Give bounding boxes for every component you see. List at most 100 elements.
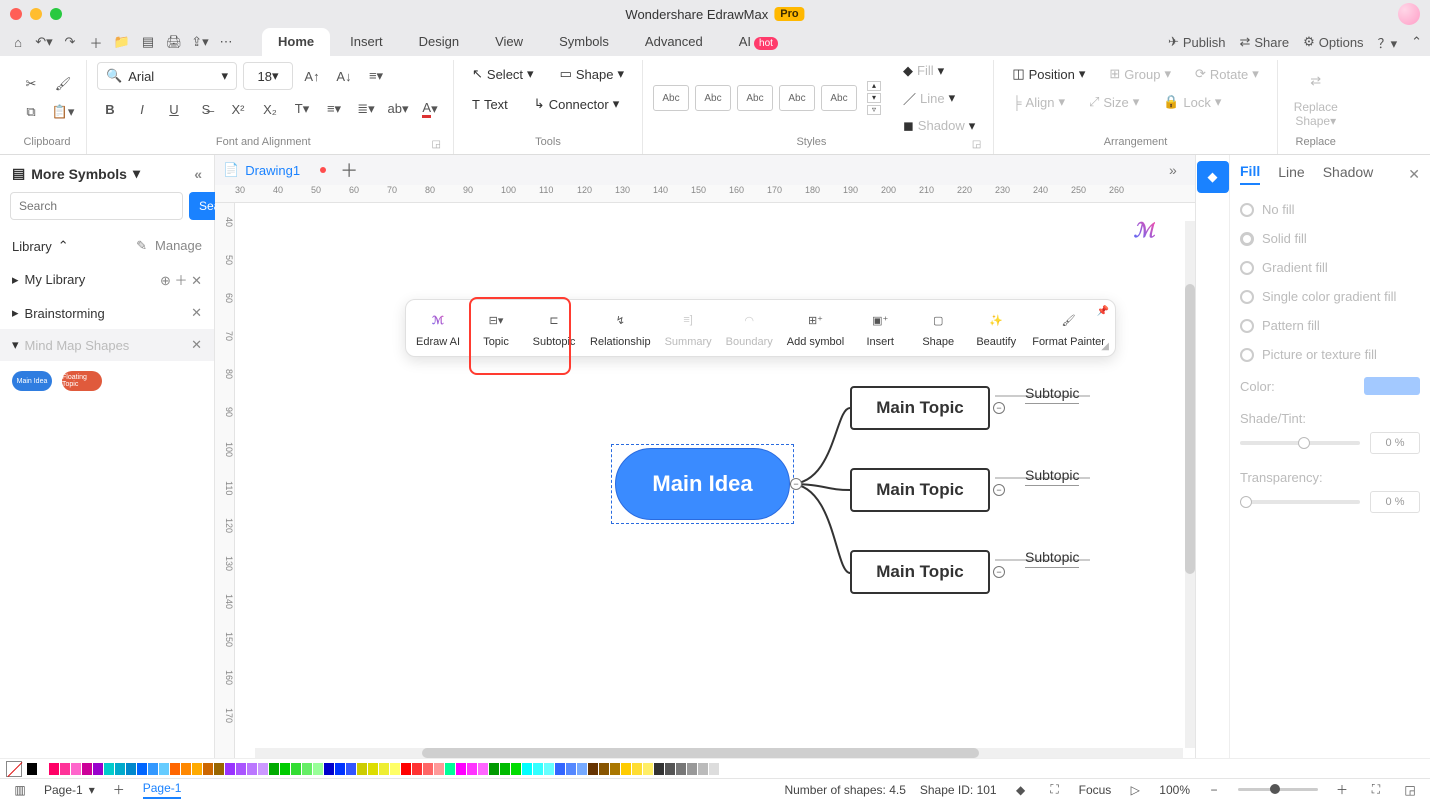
- text-tool[interactable]: T Text: [464, 92, 516, 116]
- print-icon[interactable]: 🖨: [164, 32, 184, 52]
- format-painter-icon[interactable]: 🖌: [50, 71, 76, 97]
- focus-label[interactable]: Focus: [1079, 783, 1112, 797]
- line-spacing-icon[interactable]: ≡▾: [321, 96, 347, 122]
- export-icon[interactable]: ⇪▾: [190, 32, 210, 52]
- color-swatch[interactable]: [269, 763, 279, 775]
- shade-slider[interactable]: [1240, 441, 1360, 445]
- color-swatch[interactable]: [401, 763, 411, 775]
- color-swatch[interactable]: [324, 763, 334, 775]
- bullets-icon[interactable]: ≣▾: [353, 96, 379, 122]
- color-swatch[interactable]: [676, 763, 686, 775]
- tab-symbols[interactable]: Symbols: [543, 28, 625, 57]
- color-swatch[interactable]: [621, 763, 631, 775]
- home-icon[interactable]: ⌂: [8, 32, 28, 52]
- color-swatch[interactable]: [258, 763, 268, 775]
- color-swatch[interactable]: [225, 763, 235, 775]
- tab-view[interactable]: View: [479, 28, 539, 57]
- color-swatch[interactable]: [390, 763, 400, 775]
- color-swatch[interactable]: [412, 763, 422, 775]
- color-swatch[interactable]: [203, 763, 213, 775]
- collapse-panel-icon[interactable]: «: [194, 166, 202, 182]
- publish-button[interactable]: ✈ Publish: [1168, 34, 1226, 50]
- color-swatch[interactable]: [93, 763, 103, 775]
- color-swatch[interactable]: [82, 763, 92, 775]
- fill-option-solid[interactable]: Solid fill: [1240, 224, 1420, 253]
- no-color-icon[interactable]: [6, 761, 22, 777]
- ctx-insert[interactable]: ▣⁺Insert: [858, 308, 902, 348]
- color-swatch[interactable]: [368, 763, 378, 775]
- color-swatch[interactable]: [467, 763, 477, 775]
- color-swatch[interactable]: [104, 763, 114, 775]
- canvas-vscroll[interactable]: [1185, 221, 1195, 748]
- color-swatch[interactable]: [60, 763, 70, 775]
- color-swatch[interactable]: [357, 763, 367, 775]
- shade-value[interactable]: 0 %: [1370, 432, 1420, 454]
- color-swatch[interactable]: [423, 763, 433, 775]
- strike-icon[interactable]: S̶: [193, 96, 219, 122]
- connector-tool[interactable]: ↳ Connector ▾: [526, 92, 627, 116]
- color-swatch[interactable]: [544, 763, 554, 775]
- color-swatch[interactable]: [445, 763, 455, 775]
- zoom-slider[interactable]: [1238, 788, 1318, 791]
- shape-tool[interactable]: ▭ Shape ▾: [552, 62, 632, 86]
- tab-line[interactable]: Line: [1278, 164, 1304, 184]
- resize-corner-icon[interactable]: ◢: [1101, 341, 1109, 352]
- color-swatch[interactable]: [632, 763, 642, 775]
- size-button[interactable]: ⤢ Size▾: [1081, 90, 1147, 114]
- transparency-slider[interactable]: [1240, 500, 1360, 504]
- search-input[interactable]: [10, 192, 183, 220]
- avatar[interactable]: [1398, 3, 1420, 25]
- pin-icon[interactable]: 📌: [1097, 306, 1109, 317]
- undo-icon[interactable]: ↶▾: [34, 32, 54, 52]
- color-swatch[interactable]: [478, 763, 488, 775]
- color-swatch[interactable]: [566, 763, 576, 775]
- lock-button[interactable]: 🔒 Lock▾: [1155, 90, 1229, 114]
- color-swatch[interactable]: [27, 763, 37, 775]
- color-swatch[interactable]: [280, 763, 290, 775]
- color-swatch[interactable]: [489, 763, 499, 775]
- options-button[interactable]: ⚙ Options: [1303, 34, 1363, 50]
- align-button[interactable]: ╞ Align▾: [1004, 90, 1073, 114]
- rotate-button[interactable]: ⟳ Rotate▾: [1187, 62, 1267, 86]
- shape-main-idea[interactable]: Main Idea: [12, 371, 52, 391]
- color-swatch[interactable]: [434, 763, 444, 775]
- color-swatch[interactable]: [137, 763, 147, 775]
- save-icon[interactable]: ▤: [138, 32, 158, 52]
- sidebar-item-mindmap-shapes[interactable]: ▾ Mind Map Shapes✕: [0, 329, 214, 361]
- color-swatch[interactable]: [577, 763, 587, 775]
- new-icon[interactable]: ＋: [86, 32, 106, 52]
- minimize-window-button[interactable]: [30, 8, 42, 20]
- style-preset[interactable]: Abc: [653, 85, 689, 111]
- page-tab[interactable]: Page-1: [143, 781, 182, 799]
- file-tab[interactable]: 📄 Drawing1: [223, 162, 326, 178]
- color-swatch[interactable]: [335, 763, 345, 775]
- redo-icon[interactable]: ↷: [60, 32, 80, 52]
- color-swatch[interactable]: [379, 763, 389, 775]
- color-swatch[interactable]: [1364, 377, 1420, 395]
- color-swatch[interactable]: [126, 763, 136, 775]
- sidebar-item-my-library[interactable]: ▸ My Library⊕ ＋ ✕: [0, 262, 214, 297]
- paste-icon[interactable]: 📋▾: [50, 99, 76, 125]
- color-swatch[interactable]: [214, 763, 224, 775]
- node-main-topic[interactable]: Main Topic: [850, 550, 990, 594]
- color-swatch[interactable]: [533, 763, 543, 775]
- library-row[interactable]: Library ⌃ ✎ Manage: [0, 230, 214, 262]
- ctx-boundary[interactable]: ◠Boundary: [726, 308, 773, 348]
- line-button[interactable]: ／ Line ▾: [895, 85, 983, 112]
- node-main-topic[interactable]: Main Topic: [850, 386, 990, 430]
- fill-button[interactable]: ◆ Fill ▾: [895, 59, 983, 83]
- bold-icon[interactable]: B: [97, 96, 123, 122]
- collapse-ribbon-button[interactable]: ⌃: [1411, 34, 1422, 50]
- color-swatch[interactable]: [687, 763, 697, 775]
- color-swatch[interactable]: [346, 763, 356, 775]
- underline-icon[interactable]: U: [161, 96, 187, 122]
- group-button[interactable]: ⊞ Group▾: [1101, 62, 1179, 86]
- tab-home[interactable]: Home: [262, 28, 330, 57]
- open-icon[interactable]: 📁: [112, 32, 132, 52]
- position-button[interactable]: ◫ Position▾: [1004, 62, 1093, 86]
- color-swatch[interactable]: [170, 763, 180, 775]
- color-swatch[interactable]: [588, 763, 598, 775]
- color-swatch[interactable]: [654, 763, 664, 775]
- increase-font-icon[interactable]: A↑: [299, 63, 325, 89]
- sidebar-item-brainstorming[interactable]: ▸ Brainstorming✕: [0, 297, 214, 329]
